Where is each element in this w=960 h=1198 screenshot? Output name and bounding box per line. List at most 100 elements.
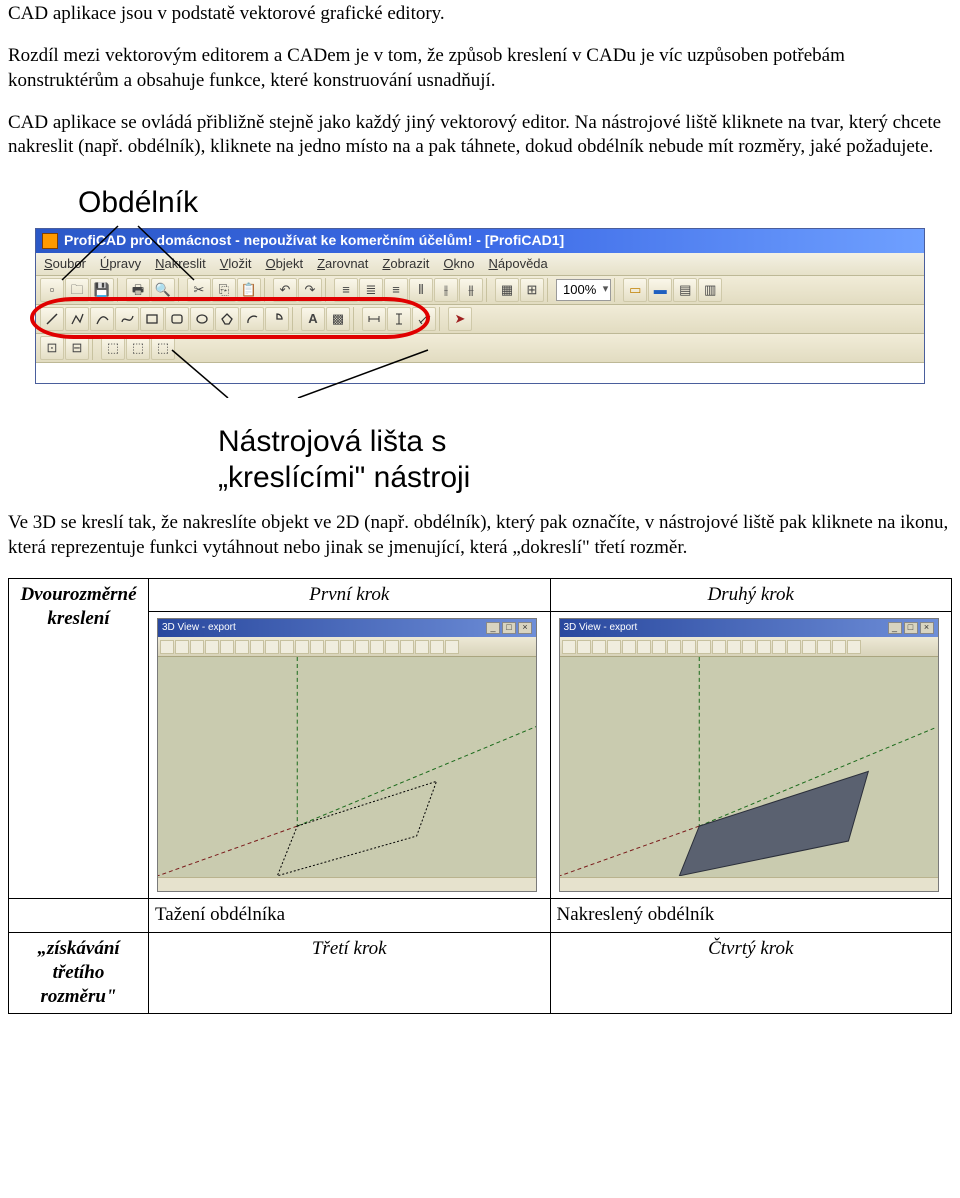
paste-icon[interactable]: 📋: [237, 278, 261, 302]
tb-icon[interactable]: [400, 640, 414, 654]
tb-icon[interactable]: [787, 640, 801, 654]
align-middle-icon[interactable]: ⫲: [434, 278, 458, 302]
menu-zarovnat[interactable]: Zarovnat: [317, 256, 368, 273]
extra5-icon[interactable]: ⬚: [151, 336, 175, 360]
tb-icon[interactable]: [577, 640, 591, 654]
undo-icon[interactable]: ↶: [273, 278, 297, 302]
menu-upravy[interactable]: Úpravy: [100, 256, 141, 273]
tb-icon[interactable]: [310, 640, 324, 654]
minimize-icon[interactable]: _: [888, 622, 902, 634]
close-icon[interactable]: ×: [920, 622, 934, 634]
redo-icon[interactable]: ↷: [298, 278, 322, 302]
pie-tool-icon[interactable]: [265, 307, 289, 331]
tb-icon[interactable]: [265, 640, 279, 654]
polygon-tool-icon[interactable]: [215, 307, 239, 331]
proficad-canvas[interactable]: [36, 363, 924, 383]
tb-icon[interactable]: [592, 640, 606, 654]
cut-icon[interactable]: ✂: [187, 278, 211, 302]
tb-icon[interactable]: [847, 640, 861, 654]
align-right-icon[interactable]: ≡: [384, 278, 408, 302]
layer-icon[interactable]: ▭: [623, 278, 647, 302]
ellipse-tool-icon[interactable]: [190, 307, 214, 331]
rounded-rect-tool-icon[interactable]: [165, 307, 189, 331]
panel2-icon[interactable]: ▥: [698, 278, 722, 302]
copy-icon[interactable]: ⎘: [212, 278, 236, 302]
hdim-tool-icon[interactable]: [362, 307, 386, 331]
prop-icon[interactable]: ▬: [648, 278, 672, 302]
tb-icon[interactable]: [712, 640, 726, 654]
app3d-viewport[interactable]: [560, 657, 938, 877]
tb-icon[interactable]: [445, 640, 459, 654]
tb-icon[interactable]: [205, 640, 219, 654]
image-tool-icon[interactable]: ▩: [326, 307, 350, 331]
tb-icon[interactable]: [607, 640, 621, 654]
tb-icon[interactable]: [802, 640, 816, 654]
curve-tool-icon[interactable]: [115, 307, 139, 331]
tb-icon[interactable]: [415, 640, 429, 654]
menu-soubor[interactable]: Soubor: [44, 256, 86, 273]
menu-objekt[interactable]: Objekt: [265, 256, 303, 273]
tb-icon[interactable]: [430, 640, 444, 654]
arc2-tool-icon[interactable]: [240, 307, 264, 331]
line-tool-icon[interactable]: [40, 307, 64, 331]
tb-icon[interactable]: [667, 640, 681, 654]
maximize-icon[interactable]: □: [502, 622, 516, 634]
tb-icon[interactable]: [622, 640, 636, 654]
tb-icon[interactable]: [160, 640, 174, 654]
extra2-icon[interactable]: ⊟: [65, 336, 89, 360]
tb-icon[interactable]: [220, 640, 234, 654]
menu-zobrazit[interactable]: Zobrazit: [382, 256, 429, 273]
open-icon[interactable]: 🗀: [65, 278, 89, 302]
grid-icon[interactable]: ▦: [495, 278, 519, 302]
tb-icon[interactable]: [562, 640, 576, 654]
rectangle-tool-icon[interactable]: [140, 307, 164, 331]
align-top-icon[interactable]: ⫴: [409, 278, 433, 302]
menu-napoveda[interactable]: Nápověda: [488, 256, 547, 273]
vdim-tool-icon[interactable]: [387, 307, 411, 331]
menu-nakreslit[interactable]: Nakreslit: [155, 256, 206, 273]
snap-icon[interactable]: ⊞: [520, 278, 544, 302]
arc-tool-icon[interactable]: [90, 307, 114, 331]
tb-icon[interactable]: [637, 640, 651, 654]
align-bottom-icon[interactable]: ⫵: [459, 278, 483, 302]
panel-icon[interactable]: ▤: [673, 278, 697, 302]
close-icon[interactable]: ×: [518, 622, 532, 634]
align-center-icon[interactable]: ≣: [359, 278, 383, 302]
tb-icon[interactable]: [652, 640, 666, 654]
tb-icon[interactable]: [190, 640, 204, 654]
tb-icon[interactable]: [727, 640, 741, 654]
minimize-icon[interactable]: _: [486, 622, 500, 634]
maximize-icon[interactable]: □: [904, 622, 918, 634]
preview-icon[interactable]: 🔍: [151, 278, 175, 302]
menu-vlozit[interactable]: Vložit: [220, 256, 252, 273]
polyline-tool-icon[interactable]: [65, 307, 89, 331]
tb-icon[interactable]: [250, 640, 264, 654]
extra1-icon[interactable]: ⊡: [40, 336, 64, 360]
save-icon[interactable]: 💾: [90, 278, 114, 302]
tb-icon[interactable]: [340, 640, 354, 654]
tb-icon[interactable]: [280, 640, 294, 654]
zoom-combo[interactable]: 100%: [556, 279, 611, 301]
tb-icon[interactable]: [295, 640, 309, 654]
tb-icon[interactable]: [235, 640, 249, 654]
tb-icon[interactable]: [355, 640, 369, 654]
app3d-viewport[interactable]: [158, 657, 536, 877]
text-tool-icon[interactable]: A: [301, 307, 325, 331]
print-icon[interactable]: 🖶: [126, 278, 150, 302]
tb-icon[interactable]: [742, 640, 756, 654]
align-left-icon[interactable]: ≡: [334, 278, 358, 302]
tb-icon[interactable]: [370, 640, 384, 654]
menu-okno[interactable]: Okno: [443, 256, 474, 273]
tb-icon[interactable]: [682, 640, 696, 654]
tb-icon[interactable]: [697, 640, 711, 654]
tb-icon[interactable]: [385, 640, 399, 654]
extra4-icon[interactable]: ⬚: [126, 336, 150, 360]
extra3-icon[interactable]: ⬚: [101, 336, 125, 360]
tb-icon[interactable]: [325, 640, 339, 654]
tb-icon[interactable]: [175, 640, 189, 654]
tb-icon[interactable]: [772, 640, 786, 654]
tb-icon[interactable]: [817, 640, 831, 654]
tb-icon[interactable]: [832, 640, 846, 654]
ddim-tool-icon[interactable]: [412, 307, 436, 331]
pointer-tool-icon[interactable]: ➤: [448, 307, 472, 331]
